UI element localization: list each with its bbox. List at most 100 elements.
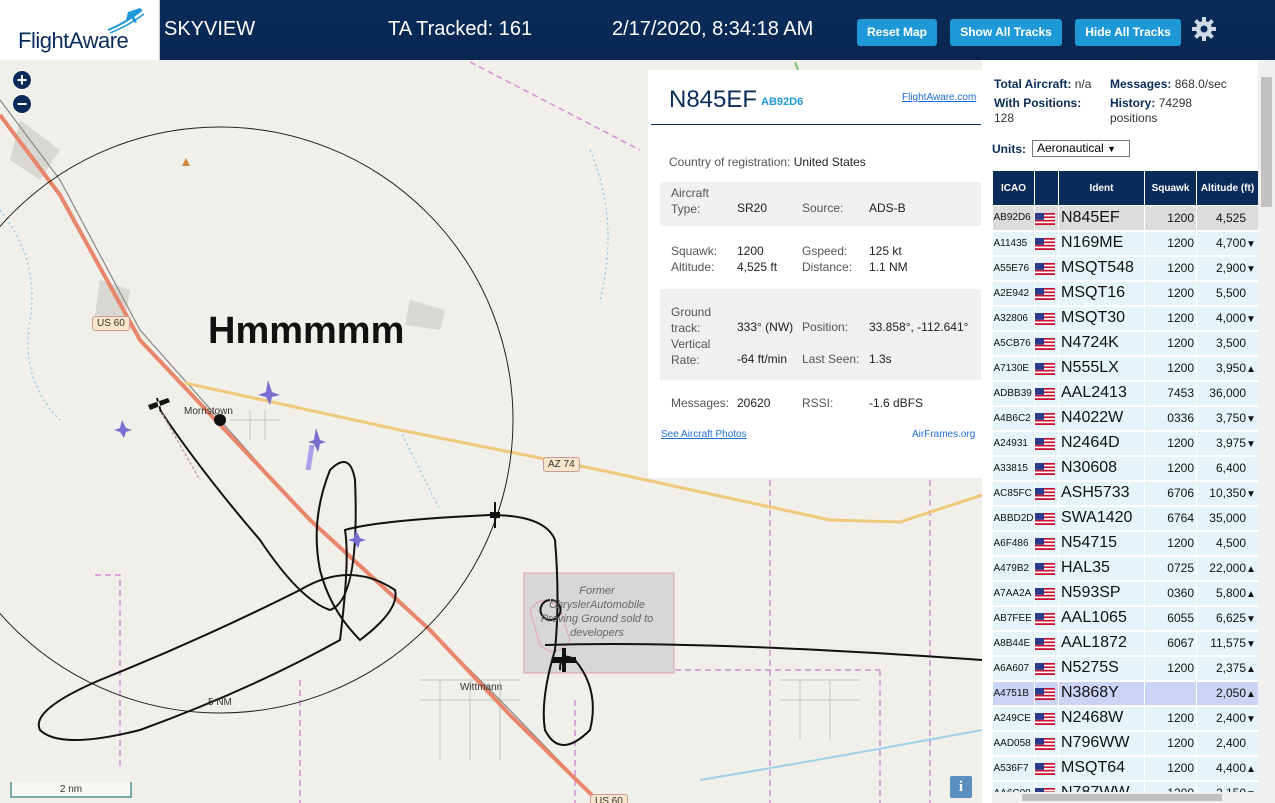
table-row[interactable]: A7130E N555LX 1200 3,950▲ bbox=[992, 355, 1259, 382]
flag-cell bbox=[1034, 580, 1059, 607]
squawk-cell: 1200 bbox=[1144, 430, 1197, 457]
us-flag-icon bbox=[1035, 437, 1055, 450]
flightaware-link[interactable]: FlightAware.com bbox=[902, 92, 976, 103]
flightaware-logo[interactable]: FlightAware bbox=[0, 0, 160, 60]
show-all-tracks-button[interactable]: Show All Tracks bbox=[950, 19, 1062, 46]
altitude-value: 2,050 bbox=[1215, 686, 1246, 700]
us-flag-icon bbox=[1035, 512, 1055, 525]
altitude-cell: 6,625▼ bbox=[1196, 605, 1259, 632]
us-flag-icon bbox=[1035, 737, 1055, 750]
history: History: 74298 positions bbox=[1110, 96, 1240, 126]
icao-cell: A7AA2A bbox=[992, 580, 1035, 607]
us-flag-icon bbox=[1035, 712, 1055, 725]
altitude-value: 2,375 bbox=[1215, 661, 1246, 675]
sidebar: Total Aircraft: n/a Messages: 868.0/sec … bbox=[982, 60, 1275, 803]
column-header-altitude[interactable]: Altitude (ft) bbox=[1196, 170, 1259, 206]
altitude-value: 4,525 ft bbox=[737, 260, 778, 274]
table-row[interactable]: ABBD2D SWA1420 6764 35,000 bbox=[992, 505, 1259, 532]
flag-cell bbox=[1034, 430, 1059, 457]
table-row[interactable]: A249CE N2468W 1200 2,400▼ bbox=[992, 705, 1259, 732]
reset-map-button[interactable]: Reset Map bbox=[857, 19, 937, 46]
airframes-link[interactable]: AirFrames.org bbox=[912, 429, 975, 440]
position-value: 33.858°, -112.641° bbox=[869, 320, 969, 334]
flag-cell bbox=[1034, 655, 1059, 682]
flag-cell bbox=[1034, 555, 1059, 582]
table-row[interactable]: A11435 N169ME 1200 4,700▼ bbox=[992, 230, 1259, 257]
table-row[interactable]: A479B2 HAL35 0725 22,000▲ bbox=[992, 555, 1259, 582]
horizontal-scrollbar-thumb[interactable] bbox=[1022, 794, 1222, 801]
hide-all-tracks-button[interactable]: Hide All Tracks bbox=[1075, 19, 1181, 46]
table-row[interactable]: AC85FC ASH5733 6706 10,350▼ bbox=[992, 480, 1259, 507]
ident-cell: N593SP bbox=[1058, 580, 1145, 607]
trend-arrow-icon: ▲ bbox=[1246, 664, 1256, 675]
table-row[interactable]: A4751B N3868Y 2,050▲ bbox=[992, 680, 1259, 707]
table-row[interactable]: A32806 MSQT30 1200 4,000▼ bbox=[992, 305, 1259, 332]
altitude-value: 6,625 bbox=[1215, 611, 1246, 625]
position-label: Position: bbox=[802, 320, 849, 334]
gear-icon[interactable] bbox=[1191, 16, 1217, 42]
zoom-in-button[interactable]: + bbox=[12, 70, 32, 90]
column-header-flag[interactable] bbox=[1034, 170, 1059, 206]
icao-cell: A536F7 bbox=[992, 755, 1035, 782]
table-row[interactable]: A24931 N2464D 1200 3,975▼ bbox=[992, 430, 1259, 457]
flag-cell bbox=[1034, 455, 1059, 482]
zoom-out-button[interactable]: − bbox=[12, 94, 32, 114]
ident-cell: HAL35 bbox=[1058, 555, 1145, 582]
table-row[interactable]: A6F486 N54715 1200 4,500 bbox=[992, 530, 1259, 557]
ident-cell: MSQT30 bbox=[1058, 305, 1145, 332]
altitude-cell: 2,375▲ bbox=[1196, 655, 1259, 682]
table-row[interactable]: A2E942 MSQT16 1200 5,500 bbox=[992, 280, 1259, 307]
icao-cell: A6F486 bbox=[992, 530, 1035, 557]
table-row[interactable]: A55E76 MSQT548 1200 2,900▼ bbox=[992, 255, 1259, 282]
ident-cell: MSQT16 bbox=[1058, 280, 1145, 307]
aircraft-photos-link[interactable]: See Aircraft Photos bbox=[661, 429, 747, 440]
tracked-count: TA Tracked: 161 bbox=[388, 18, 533, 40]
table-row[interactable]: A536F7 MSQT64 1200 4,400▲ bbox=[992, 755, 1259, 782]
column-header-icao[interactable]: ICAO bbox=[992, 170, 1035, 206]
units-label: Units: bbox=[992, 142, 1026, 156]
table-row[interactable]: AB7FEE AAL1065 6055 6,625▼ bbox=[992, 605, 1259, 632]
altitude-value: 36,000 bbox=[1209, 386, 1246, 400]
flag-cell bbox=[1034, 380, 1059, 407]
squawk-cell bbox=[1144, 680, 1197, 707]
info-button[interactable]: i bbox=[950, 776, 972, 798]
altitude-cell: 4,500 bbox=[1196, 530, 1259, 557]
column-header-ident[interactable]: Ident bbox=[1058, 170, 1145, 206]
us60-shield: US 60 bbox=[92, 316, 130, 331]
ident-cell: ASH5733 bbox=[1058, 480, 1145, 507]
flag-cell bbox=[1034, 230, 1059, 257]
table-row[interactable]: AAD058 N796WW 1200 2,400 bbox=[992, 730, 1259, 757]
table-row[interactable]: A5CB76 N4724K 1200 3,500 bbox=[992, 330, 1259, 357]
squawk-cell: 0336 bbox=[1144, 405, 1197, 432]
plane-logo-icon bbox=[107, 8, 145, 34]
table-row[interactable]: AB92D6 N845EF 1200 4,525 bbox=[992, 205, 1259, 232]
altitude-value: 4,000 bbox=[1215, 311, 1246, 325]
table-row[interactable]: A6A607 N5275S 1200 2,375▲ bbox=[992, 655, 1259, 682]
table-row[interactable]: A8B44E AAL1872 6067 11,575▼ bbox=[992, 630, 1259, 657]
with-positions-value: 128 bbox=[994, 111, 1015, 125]
altitude-cell: 35,000 bbox=[1196, 505, 1259, 532]
us-flag-icon bbox=[1035, 462, 1055, 475]
table-row[interactable]: A4B6C2 N4022W 0336 3,750▼ bbox=[992, 405, 1259, 432]
scrollbar-thumb[interactable] bbox=[1261, 77, 1272, 207]
table-row[interactable]: ADBB39 AAL2413 7453 36,000 bbox=[992, 380, 1259, 407]
altitude-cell: 2,400▼ bbox=[1196, 705, 1259, 732]
us-flag-icon bbox=[1035, 537, 1055, 550]
squawk-value: 1200 bbox=[737, 244, 764, 258]
table-row[interactable]: A7AA2A N593SP 0360 5,800▲ bbox=[992, 580, 1259, 607]
flag-cell bbox=[1034, 680, 1059, 707]
flag-cell bbox=[1034, 730, 1059, 757]
altitude-label: Altitude: bbox=[671, 260, 715, 274]
town-label-morristown: Morristown bbox=[184, 406, 233, 417]
distance-value: 1.1 NM bbox=[869, 260, 908, 274]
with-positions-label: With Positions: bbox=[994, 96, 1082, 110]
column-header-squawk[interactable]: Squawk bbox=[1144, 170, 1197, 206]
trend-arrow-icon: ▼ bbox=[1246, 264, 1256, 275]
units-select[interactable]: Aeronautical ▼ bbox=[1032, 140, 1130, 157]
ident-cell: N30608 bbox=[1058, 455, 1145, 482]
squawk-cell: 1200 bbox=[1144, 730, 1197, 757]
ident-cell: N169ME bbox=[1058, 230, 1145, 257]
ident-cell: AAL2413 bbox=[1058, 380, 1145, 407]
icao-cell: A7130E bbox=[992, 355, 1035, 382]
table-row[interactable]: A33815 N30608 1200 6,400 bbox=[992, 455, 1259, 482]
